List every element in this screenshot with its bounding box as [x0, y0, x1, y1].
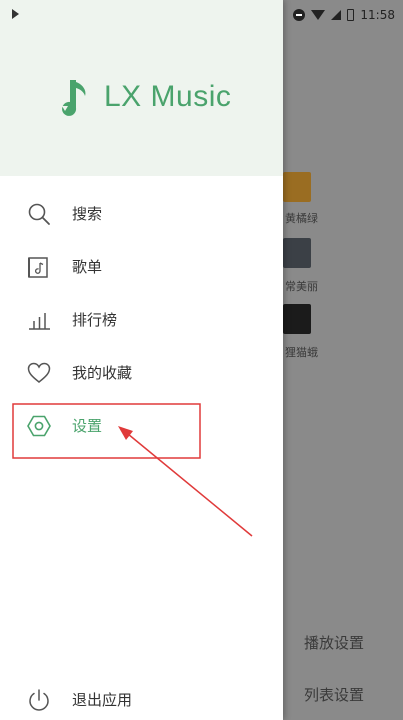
menu-item-settings[interactable]: 设置 [0, 400, 283, 452]
media-play-icon [12, 9, 19, 19]
menu-label-playlist: 歌单 [72, 258, 103, 276]
status-icons: 11:58 [293, 6, 395, 24]
status-bar: 11:58 [0, 0, 403, 30]
bg-thumbnail-3 [283, 304, 311, 334]
heart-icon [27, 362, 51, 383]
bg-play-settings: 播放设置 [304, 634, 365, 652]
menu-label-search: 搜索 [72, 205, 103, 223]
signal-icon [331, 10, 342, 20]
wifi-icon [311, 10, 326, 20]
bg-item-label-3: 狸猫蛾 [285, 346, 318, 359]
bg-list-settings: 列表设置 [304, 686, 365, 704]
menu-label-settings: 设置 [72, 417, 103, 435]
menu-item-favorites[interactable]: 我的收藏 [0, 347, 283, 399]
playlist-icon [28, 257, 48, 278]
clock: 11:58 [360, 8, 395, 22]
menu-item-leaderboard[interactable]: 排行榜 [0, 294, 283, 346]
navigation-drawer: LX Music 搜索 歌单 排行榜 我的收藏 设置 退出应用 [0, 0, 283, 720]
bg-thumbnail-1 [283, 172, 311, 202]
battery-icon [347, 9, 355, 21]
bg-item-label-1: 黄橘绿 [285, 212, 318, 225]
search-icon [28, 203, 50, 225]
bg-thumbnail-2 [283, 238, 311, 268]
menu-label-favorites: 我的收藏 [72, 364, 133, 382]
bar-chart-icon [29, 313, 50, 330]
menu-item-exit[interactable]: 退出应用 [0, 674, 283, 720]
menu-item-playlist[interactable]: 歌单 [0, 241, 283, 293]
do-not-disturb-icon [293, 9, 306, 21]
menu-label-leaderboard: 排行榜 [72, 311, 118, 329]
app-title: LX Music [104, 80, 232, 113]
hexagon-settings-icon [27, 415, 51, 437]
music-note-logo-icon [62, 80, 86, 116]
menu-label-exit: 退出应用 [72, 691, 133, 709]
background-app-scrim[interactable] [283, 0, 403, 720]
bg-item-label-2: 常美丽 [285, 280, 318, 293]
power-icon [29, 689, 49, 711]
menu-item-search[interactable]: 搜索 [0, 188, 283, 240]
